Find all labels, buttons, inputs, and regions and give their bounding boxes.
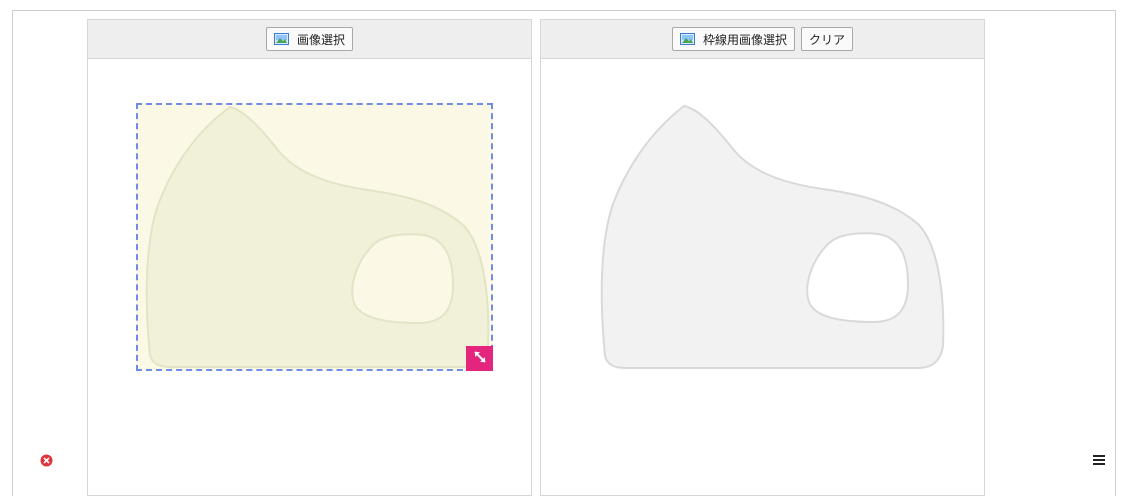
resize-handle[interactable] (466, 346, 493, 371)
crop-selection-box[interactable] (136, 103, 493, 371)
image-icon (679, 33, 695, 45)
select-frame-image-label: 枠線用画像選択 (702, 32, 787, 47)
frame-image-panel-header: 枠線用画像選択 クリア (541, 20, 984, 59)
image-panel-header: 画像選択 (88, 20, 531, 59)
select-image-button[interactable]: 画像選択 (265, 27, 353, 51)
image-icon (273, 33, 289, 45)
select-frame-image-button[interactable]: 枠線用画像選択 (671, 27, 795, 51)
resize-diagonal-icon (473, 349, 487, 368)
frame-image-panel: 枠線用画像選択 クリア (540, 19, 985, 496)
select-image-label: 画像選択 (296, 32, 345, 47)
frame-mask-image (600, 104, 945, 369)
mask-image (145, 105, 490, 368)
clear-button[interactable]: クリア (801, 27, 854, 51)
image-panel: 画像選択 (87, 19, 532, 496)
hamburger-menu-icon[interactable] (1093, 451, 1105, 470)
clear-label: クリア (809, 32, 846, 47)
delete-circle-icon[interactable] (40, 452, 53, 471)
